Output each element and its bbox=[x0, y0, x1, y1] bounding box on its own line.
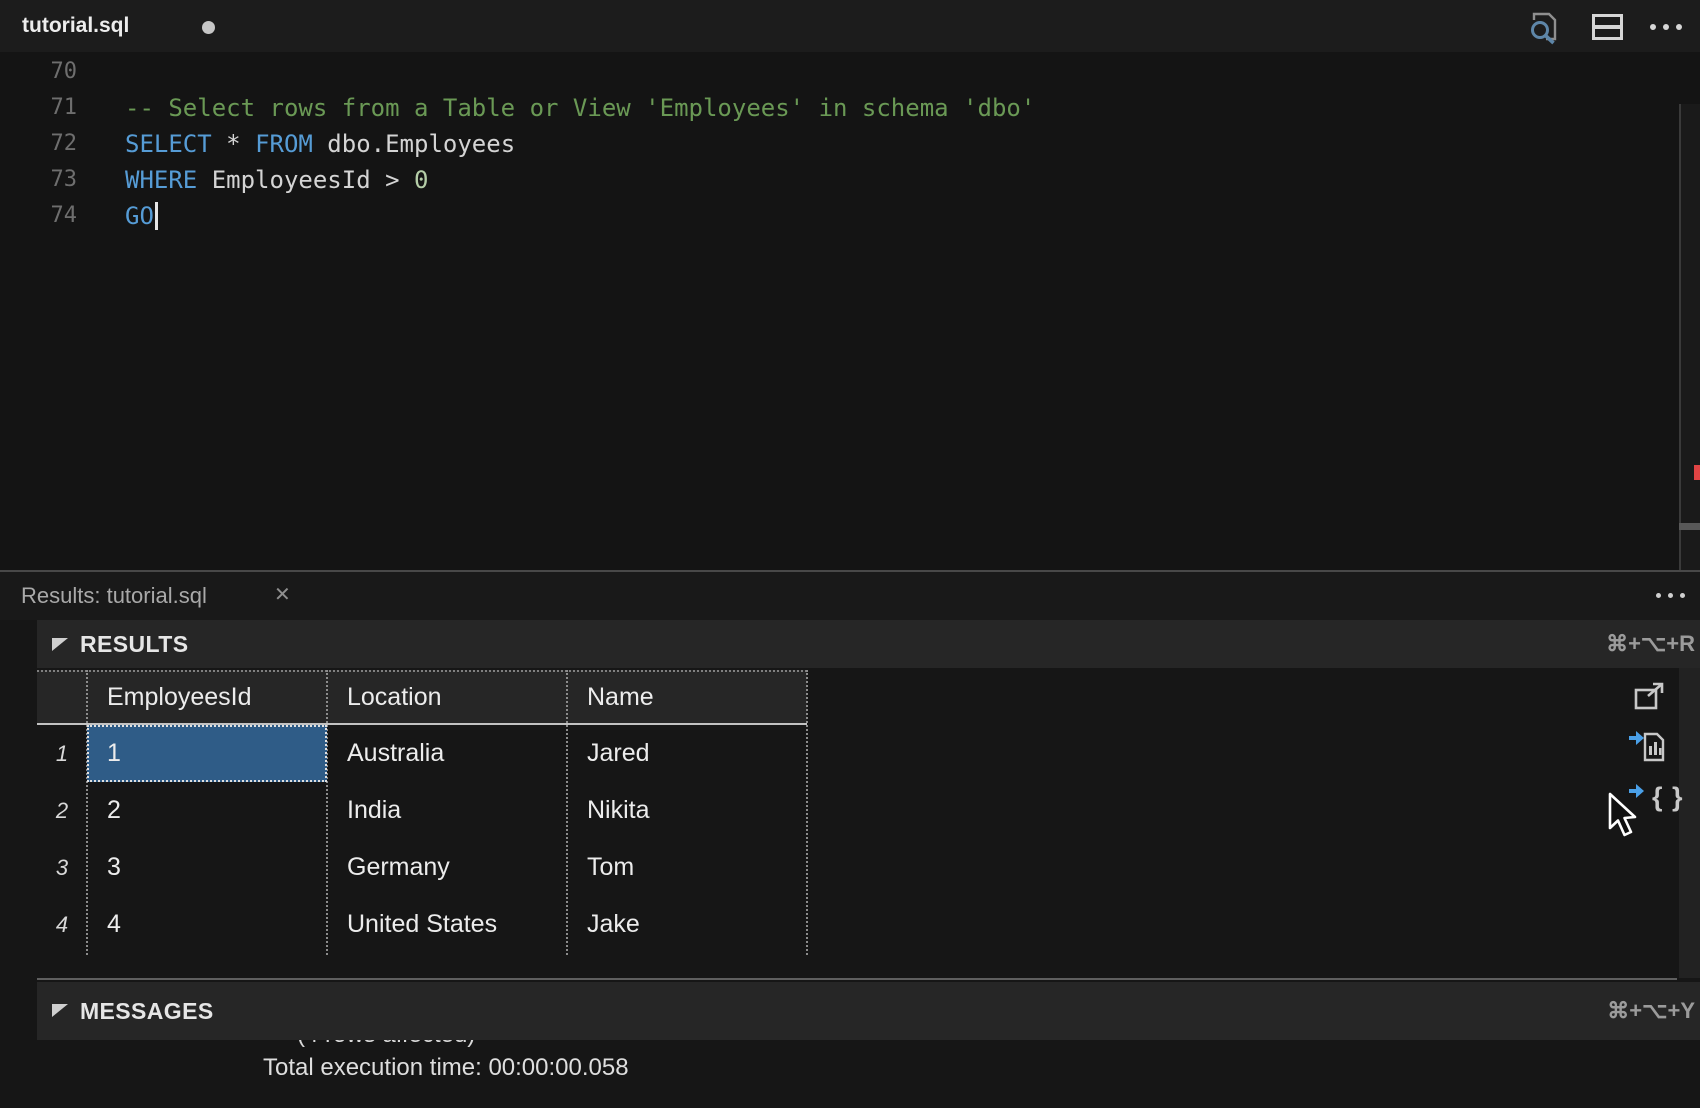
code-token: 0 bbox=[414, 166, 428, 194]
results-panel-tab-row: Results: tutorial.sql ✕ bbox=[0, 572, 1700, 620]
code-token: FROM bbox=[255, 130, 313, 158]
results-section-header[interactable]: RESULTS ⌘+⌥+R bbox=[37, 620, 1700, 668]
code-token: EmployeesId > bbox=[197, 166, 414, 194]
app-window: tutorial.sql 7071727374 -- Select rows f… bbox=[0, 0, 1700, 1108]
code-line[interactable]: WHERE EmployeesId > 0 bbox=[125, 162, 1670, 198]
grid-cell[interactable]: 4 bbox=[87, 896, 327, 953]
code-token: -- Select rows from a Table or View 'Emp… bbox=[125, 94, 1035, 122]
grid-cell[interactable]: Tom bbox=[567, 839, 807, 896]
grid-cell[interactable]: 3 bbox=[87, 839, 327, 896]
line-number: 72 bbox=[0, 126, 77, 162]
grid-cell[interactable]: India bbox=[327, 782, 567, 839]
table-row: 22IndiaNikita bbox=[37, 782, 807, 839]
split-editor-icon[interactable] bbox=[1592, 14, 1623, 45]
code-token: WHERE bbox=[125, 166, 197, 194]
grid-cell[interactable]: Nikita bbox=[567, 782, 807, 839]
column-separator[interactable] bbox=[806, 670, 808, 955]
grid-cell[interactable]: Australia bbox=[327, 725, 567, 782]
editor-more-actions-icon[interactable] bbox=[1650, 24, 1682, 30]
column-header-name[interactable]: Name bbox=[567, 672, 807, 723]
grid-cell[interactable]: Germany bbox=[327, 839, 567, 896]
code-token: GO bbox=[125, 202, 154, 230]
grid-cell[interactable]: 2 bbox=[87, 782, 327, 839]
code-token: dbo.Employees bbox=[313, 130, 515, 158]
scrollbar-slider[interactable] bbox=[1679, 523, 1700, 530]
maximize-grid-button[interactable] bbox=[1634, 682, 1666, 717]
code-line[interactable]: SELECT * FROM dbo.Employees bbox=[125, 126, 1670, 162]
row-number[interactable]: 3 bbox=[37, 839, 87, 896]
overview-ruler-border bbox=[1679, 104, 1681, 622]
line-number: 74 bbox=[0, 198, 77, 234]
open-preview-icon[interactable] bbox=[1526, 11, 1560, 50]
mouse-cursor-icon bbox=[1604, 792, 1638, 845]
grid-cell[interactable]: Jared bbox=[567, 725, 807, 782]
code-token: * bbox=[212, 130, 255, 158]
error-marker-icon bbox=[1694, 465, 1700, 480]
grid-corner bbox=[37, 672, 87, 723]
close-results-icon[interactable]: ✕ bbox=[274, 572, 291, 620]
code-content[interactable]: -- Select rows from a Table or View 'Emp… bbox=[125, 54, 1670, 234]
code-editor[interactable]: 7071727374 -- Select rows from a Table o… bbox=[0, 52, 1700, 570]
json-braces-glyph: { } bbox=[1652, 782, 1684, 812]
row-number[interactable]: 4 bbox=[37, 896, 87, 953]
table-row: 33GermanyTom bbox=[37, 839, 807, 896]
selected-grid-cell[interactable]: 1 bbox=[87, 725, 327, 782]
grid-cell[interactable]: United States bbox=[327, 896, 567, 953]
message-total-time: Total execution time: 00:00:00.058 bbox=[263, 1054, 629, 1082]
save-as-chart-button[interactable] bbox=[1628, 728, 1666, 767]
line-number: 73 bbox=[0, 162, 77, 198]
line-number-gutter: 7071727374 bbox=[0, 54, 77, 234]
messages-section-label: MESSAGES bbox=[80, 982, 214, 1040]
code-line[interactable]: GO bbox=[125, 198, 1670, 234]
collapse-triangle-icon[interactable] bbox=[52, 1004, 68, 1017]
editor-tab[interactable]: tutorial.sql bbox=[22, 0, 129, 52]
results-section-label: RESULTS bbox=[80, 620, 188, 668]
table-row: 11AustraliaJared bbox=[37, 725, 807, 782]
code-line[interactable]: -- Select rows from a Table or View 'Emp… bbox=[125, 90, 1670, 126]
collapse-triangle-icon[interactable] bbox=[52, 638, 68, 651]
grid-bottom-border bbox=[37, 978, 1677, 980]
row-number[interactable]: 1 bbox=[37, 725, 87, 782]
column-separator[interactable] bbox=[326, 670, 328, 955]
results-grid[interactable]: 11AustraliaJared22IndiaNikita33GermanyTo… bbox=[37, 725, 807, 953]
table-row: 44United StatesJake bbox=[37, 896, 807, 953]
results-more-actions-icon[interactable] bbox=[1656, 593, 1685, 598]
dirty-indicator-icon[interactable] bbox=[202, 21, 215, 34]
results-tab[interactable]: Results: tutorial.sql bbox=[21, 572, 207, 620]
messages-shortcut: ⌘+⌥+Y bbox=[1607, 982, 1695, 1040]
grid-cell[interactable]: Jake bbox=[567, 896, 807, 953]
overview-ruler[interactable] bbox=[1681, 104, 1700, 622]
column-header-employeesid[interactable]: EmployeesId bbox=[87, 672, 327, 723]
text-cursor-icon bbox=[155, 202, 158, 230]
line-number: 70 bbox=[0, 54, 77, 90]
messages-section-header[interactable]: MESSAGES ⌘+⌥+Y bbox=[37, 982, 1700, 1040]
grid-header-row: EmployeesIdLocationName bbox=[37, 670, 807, 723]
code-token: SELECT bbox=[125, 130, 212, 158]
results-shortcut: ⌘+⌥+R bbox=[1606, 620, 1695, 668]
column-separator[interactable] bbox=[566, 670, 568, 955]
line-number: 71 bbox=[0, 90, 77, 126]
code-line[interactable] bbox=[125, 54, 1670, 90]
column-header-location[interactable]: Location bbox=[327, 672, 567, 723]
editor-tab-bar: tutorial.sql bbox=[0, 0, 1700, 52]
row-number[interactable]: 2 bbox=[37, 782, 87, 839]
column-separator[interactable] bbox=[86, 670, 88, 955]
